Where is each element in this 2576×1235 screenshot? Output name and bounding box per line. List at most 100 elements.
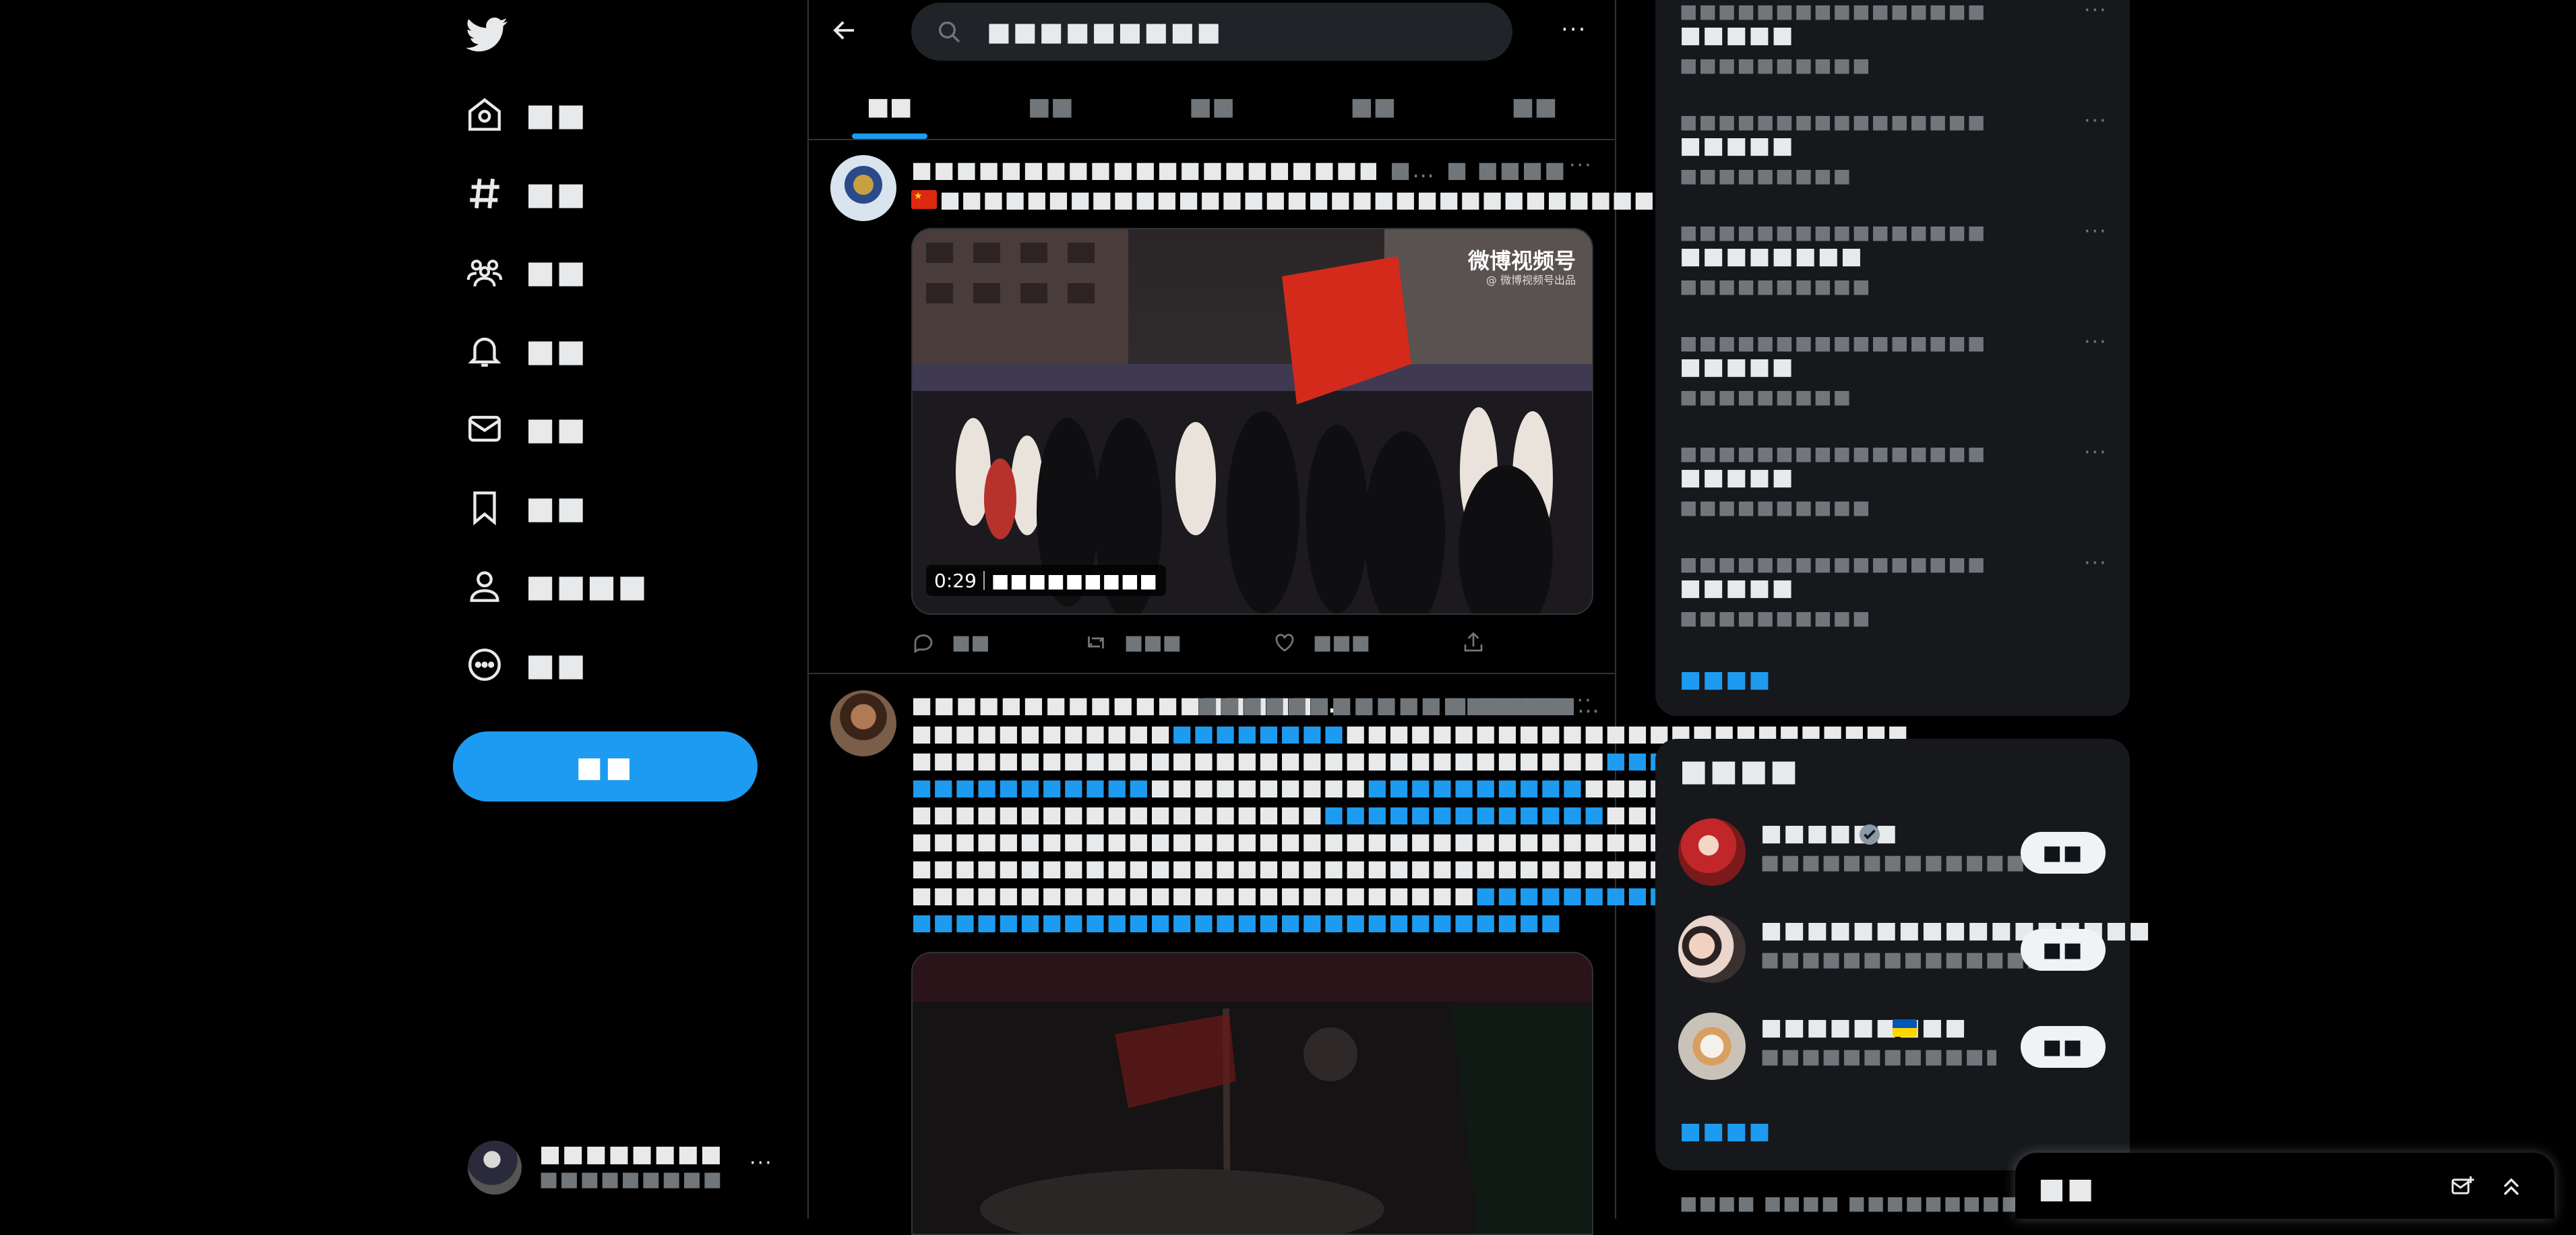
search-icon <box>936 18 962 45</box>
twitter-logo-icon[interactable] <box>466 13 508 55</box>
tweet-2-link[interactable]: ■■■■■■■■ <box>1171 720 1345 746</box>
trend-name: ■■■■■ <box>1680 22 1795 49</box>
reply-icon <box>914 634 933 654</box>
follow-suggestion[interactable]: ■■■■■■■■■ ■■■■■■■■■■■■■■■■■… ■■ <box>1655 1007 2130 1088</box>
share-icon <box>1464 632 1483 652</box>
trend-name: ■■■■■ <box>1680 574 1795 601</box>
trend-count: ■■■■■■■■■ <box>1680 386 1853 408</box>
trend-count: ■■■■■■■■■■ <box>1680 54 1872 76</box>
nav-bookmarks[interactable]: ■■ <box>465 481 587 535</box>
nav-notifications[interactable]: ■■ <box>465 324 587 378</box>
bell-icon <box>465 331 504 370</box>
tweet-2-line: ■■■■■■■■■■■■■■■■■■■■■■■■■■■■■■■■■■■■■■■■… <box>911 882 2017 909</box>
messages-drawer[interactable]: ■■ <box>2015 1153 2554 1219</box>
nav-communities[interactable]: ■■ <box>465 245 587 299</box>
tweet-1-video[interactable]: 微博视频号 @ 微博视频号出品 0:29 ■■■■■■■■■ <box>911 228 1593 615</box>
tweet-2-time[interactable]: ■ ■■■■ <box>1446 692 1566 718</box>
new-message-icon[interactable] <box>2449 1173 2476 1200</box>
nav-more[interactable]: ■■ <box>465 638 587 692</box>
account-more-icon[interactable]: ··· <box>749 1151 773 1175</box>
trends-show-more-link[interactable]: ■■■■ <box>1680 666 1772 693</box>
search-tabs: ■■ ■■ ■■ ■■ ■■ <box>809 74 1615 140</box>
verified-badge-icon <box>1858 822 1882 847</box>
tweet-button[interactable]: ■■ <box>453 731 758 802</box>
search-input[interactable]: ■■■■■■■■■ <box>987 17 1223 47</box>
tweet-2-line: ■■■■■■■■■■■■■■■■■■■■■■■■■■■■■■■■■■■■■■■■… <box>911 828 2018 854</box>
trend-more-icon[interactable]: ··· <box>2084 109 2108 133</box>
who-to-follow-show-more-link[interactable]: ■■■■ <box>1680 1118 1772 1145</box>
follow-suggestion[interactable]: ■■■■■■■■■■■■■■■■■ ■■■■■■■■■■■■■■■■ ■■ <box>1655 910 2150 991</box>
tweet-1-author-name[interactable]: ■■■■■■■■■■■■■■■■■■■■■■■■■■■… <box>911 156 1376 183</box>
trend-more-icon[interactable]: ··· <box>2084 220 2108 243</box>
tweet-2-link[interactable]: ■■■■■■■■■■■■■ <box>1323 801 1605 827</box>
tweet-2-line: ■■■■■■■■■■■■■■■■■■■■■■■■■■■■■■■■■■■■■■■■… <box>911 801 2038 827</box>
more-circle-icon <box>465 645 504 684</box>
tweet-2-line: ■■■■■■■■■■■■■■■■■■■■■■■■■■■■■■ <box>911 909 1592 936</box>
suggestion-avatar <box>1678 915 1746 983</box>
nav-explore[interactable]: ■■ <box>465 167 587 220</box>
search-more-icon[interactable]: ··· <box>1561 16 1587 43</box>
tab-photos[interactable]: ■■ <box>1293 74 1454 139</box>
double-chevron-up-icon[interactable] <box>2498 1173 2525 1200</box>
tweet-1-text: ■■■■■■■■■■■■■■■■■■■■■■■■■■■■■■■■■■■■■■ <box>940 186 1764 212</box>
cn-flag-icon: ★ <box>911 190 937 209</box>
search-box[interactable]: ■■■■■■■■■ <box>911 3 1512 61</box>
trend-name: ■■■■■ <box>1680 132 1795 159</box>
account-avatar <box>468 1141 522 1195</box>
main-left-border <box>807 0 809 1219</box>
tweet-2-line: ■■■■■■■■■■■■■■■■■■■■■■■■■■■■■■■■■■■■■■■■… <box>911 747 1995 774</box>
tweet-2-more-icon[interactable]: ··· <box>1569 689 1593 713</box>
tab-top[interactable]: ■■ <box>809 74 970 139</box>
account-handle: ■■■■■■■■■ <box>539 1168 724 1191</box>
tweet-2-link[interactable]: ■■■■■■■■■■ <box>1367 774 1584 800</box>
tweet-1-more-icon[interactable]: ··· <box>1569 154 1593 177</box>
trend-more-icon[interactable]: ··· <box>2084 330 2108 354</box>
messages-drawer-title: ■■ <box>2038 1172 2096 1205</box>
trend-more-icon[interactable]: ··· <box>2084 551 2108 575</box>
tweet-2-avatar[interactable] <box>830 690 896 756</box>
share-button[interactable] <box>1461 630 1502 655</box>
trend-item[interactable]: ■■■■■■■■■■■■■■■■ ■■■■■ ■■■■■■■■■■ ··· <box>1680 441 2108 523</box>
follow-button[interactable]: ■■ <box>2021 832 2106 874</box>
suggestion-name: ■■■■■■■■■ <box>1760 1014 1968 1041</box>
tweet-1-avatar[interactable] <box>830 155 896 221</box>
heart-icon <box>1275 634 1294 652</box>
like-count: ■■■ <box>1313 630 1371 655</box>
reply-button[interactable]: ■■ <box>911 630 1084 655</box>
video-duration: 0:29 <box>934 569 977 592</box>
follow-button[interactable]: ■■ <box>2021 1026 2106 1068</box>
suggestion-avatar <box>1678 1013 1746 1080</box>
nav-home[interactable]: ■■ <box>465 88 587 142</box>
retweet-button[interactable]: ■■■ <box>1084 630 1272 655</box>
nav-messages[interactable]: ■■ <box>465 402 587 456</box>
nav-profile[interactable]: ■■■■ <box>465 559 648 613</box>
nav-messages-label: ■■ <box>526 411 587 447</box>
trend-category: ■■■■■■■■■■■■■■■■ <box>1680 332 1987 354</box>
trend-category: ■■■■■■■■■■■■■■■■ <box>1680 0 1987 22</box>
trend-item[interactable]: ■■■■■■■■■■■■■■■■ ■■■■■ ■■■■■■■■■ ··· <box>1680 109 2108 191</box>
trend-item[interactable]: ■■■■■■■■■■■■■■■■ ■■■■■ ■■■■■■■■■ ··· <box>1680 330 2108 413</box>
main-right-border <box>1615 0 1616 1219</box>
trend-item[interactable]: ■■■■■■■■■■■■■■■■ ■■■■■ ■■■■■■■■■■ ··· <box>1680 551 2108 634</box>
tweet-2-link[interactable]: ■■■■■■■■■■■■■■■■■■■■■■■■■■■■■■ <box>911 909 1562 935</box>
tab-videos[interactable]: ■■ <box>1454 74 1615 139</box>
communities-icon <box>465 252 504 291</box>
tab-people[interactable]: ■■ <box>1131 74 1292 139</box>
tab-latest[interactable]: ■■ <box>970 74 1131 139</box>
follow-suggestion[interactable]: ■■■■■■ ■■■■■■■■■■■■■ ■■ <box>1655 813 2130 894</box>
tweet-2-link[interactable]: ■■■■■■■■■■■ <box>911 774 1150 800</box>
account-switcher[interactable]: ■■■■■■■■ ■■■■■■■■■ ··· <box>466 1137 783 1199</box>
tweet-1-handle[interactable]: ■… <box>1390 156 1436 183</box>
back-arrow-icon[interactable] <box>830 16 859 44</box>
like-button[interactable]: ■■■ <box>1272 630 1461 655</box>
trend-more-icon[interactable]: ··· <box>2084 441 2108 464</box>
home-icon <box>465 95 504 134</box>
trend-more-icon[interactable]: ··· <box>2084 0 2108 22</box>
tweet-2-video[interactable] <box>911 952 1593 1235</box>
follow-button[interactable]: ■■ <box>2021 929 2106 971</box>
tweet-1-time[interactable]: ■ ■■■■ <box>1446 156 1566 183</box>
trend-item[interactable]: ■■■■■■■■■■■■■■■■ ■■■■■ ■■■■■■■■■■ ··· <box>1680 0 2108 81</box>
trend-item[interactable]: ■■■■■■■■■■■■■■■■ ■■■■■■■■ ■■■■■■■■■■ ··· <box>1680 220 2108 302</box>
bookmark-icon <box>465 488 504 527</box>
ua-flag-icon <box>1893 1019 1917 1037</box>
